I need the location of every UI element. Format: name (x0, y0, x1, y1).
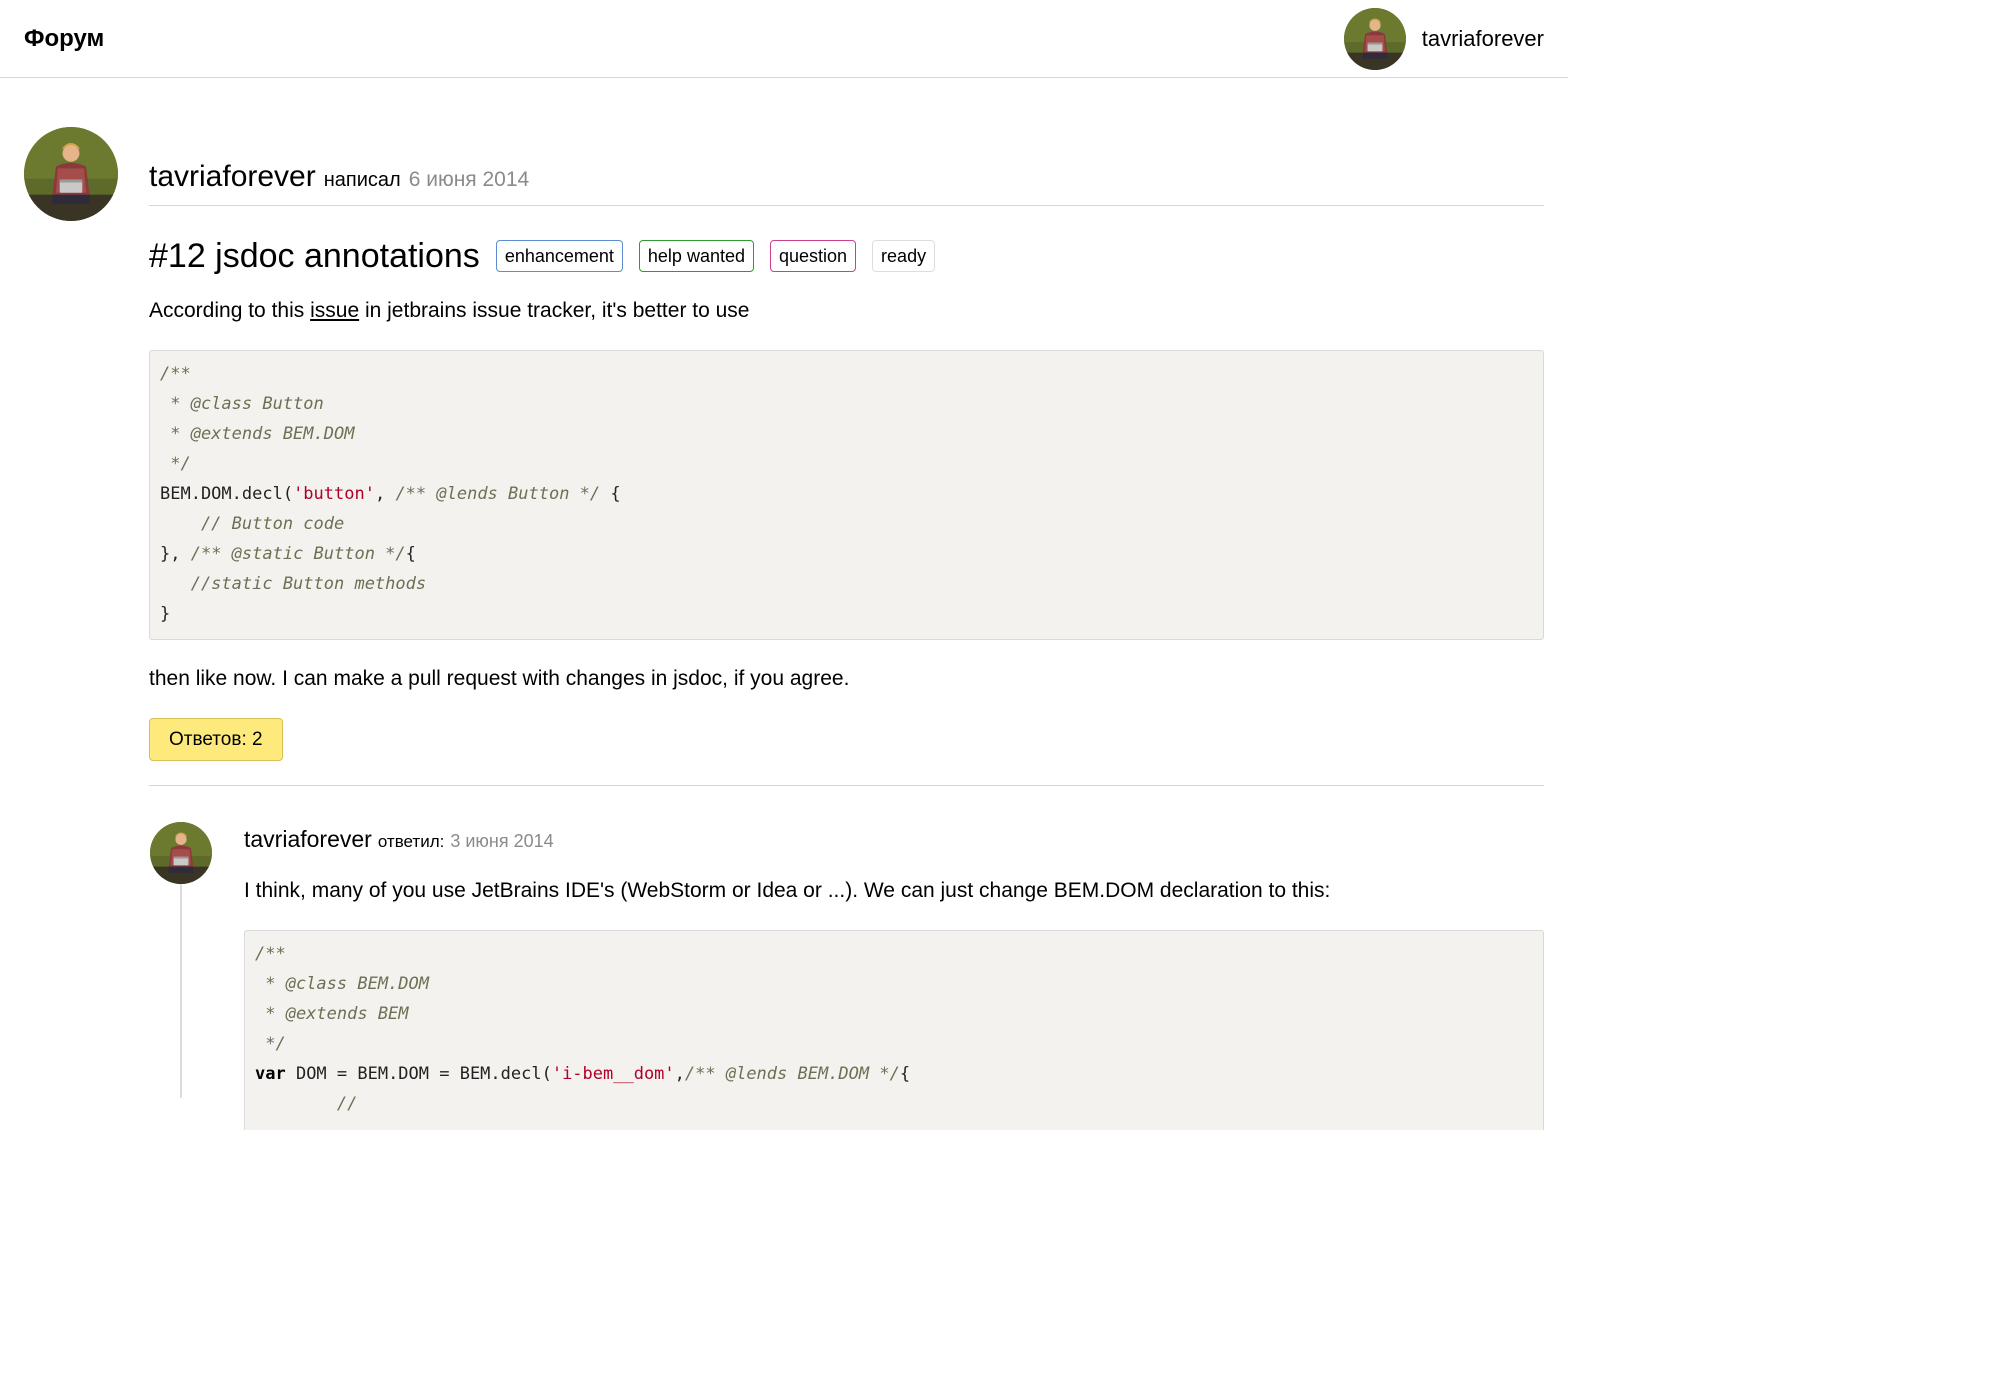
post-date: 6 июня 2014 (408, 168, 530, 191)
reply-author-link[interactable]: tavriaforever (244, 826, 372, 853)
code-line: //static Button methods (160, 574, 427, 594)
current-user-menu[interactable]: tavriaforever (1344, 8, 1544, 70)
reply-author-avatar[interactable] (150, 822, 212, 884)
post-divider (149, 785, 1544, 786)
post-intro-text-end: in jetbrains issue tracker, it's better … (359, 299, 750, 322)
post-author-link[interactable]: tavriaforever (149, 160, 316, 194)
post-code-block: /** * @class Button * @extends BEM.DOM *… (149, 350, 1544, 640)
issue-link[interactable]: issue (310, 299, 359, 322)
code-token: }, (160, 544, 191, 564)
code-token: , (374, 484, 396, 504)
post-meta: tavriaforever написал 6 июня 2014 (149, 150, 1544, 206)
post-intro-text: According to this (149, 299, 311, 322)
post-verb: написал (323, 169, 401, 191)
post-author-avatar[interactable] (24, 127, 118, 221)
code-comment: /** @lends Button */ (395, 484, 601, 504)
code-line: /** (160, 364, 191, 384)
code-string: 'i-bem__dom' (551, 1064, 675, 1084)
current-user-name[interactable]: tavriaforever (1422, 26, 1544, 52)
reply-thread-line (180, 884, 182, 1098)
code-line: * @extends BEM (255, 1004, 409, 1024)
post-outro: then like now. I can make a pull request… (149, 667, 850, 690)
code-string: 'button' (293, 484, 375, 504)
forum-post: tavriaforever написал 6 июня 2014 #12 js… (149, 150, 1544, 786)
label-question[interactable]: question (769, 240, 857, 272)
code-token: { (899, 1064, 911, 1084)
code-token: { (600, 484, 621, 504)
code-line: // Button code (160, 514, 345, 534)
reply-text: I think, many of you use JetBrains IDE's… (244, 879, 1331, 902)
forum-title-link[interactable]: Форум (24, 24, 104, 54)
label-help-wanted[interactable]: help wanted (638, 240, 754, 272)
reply-date: 3 июня 2014 (450, 831, 554, 851)
code-keyword: var (255, 1064, 286, 1084)
label-ready[interactable]: ready (872, 240, 936, 272)
code-comment: /** @static Button */ (190, 544, 406, 564)
code-line: } (160, 604, 171, 624)
current-user-avatar[interactable] (1344, 8, 1406, 70)
label-enhancement[interactable]: enhancement (495, 240, 623, 272)
reply-meta: tavriaforever ответил: 3 июня 2014 (244, 826, 1544, 858)
code-line: // (255, 1094, 358, 1114)
post-intro: According to this issue in jetbrains iss… (149, 296, 1544, 326)
reply-verb: ответил: (377, 832, 445, 851)
code-line: */ (255, 1034, 286, 1054)
code-line: /** (255, 944, 286, 964)
code-comment: /** @lends BEM.DOM */ (684, 1064, 900, 1084)
replies-count-button[interactable]: Ответов: 2 (149, 718, 283, 761)
post-title-row: #12 jsdoc annotations enhancement help w… (149, 236, 1544, 276)
code-line: * @class Button (160, 394, 324, 414)
code-line: */ (160, 454, 191, 474)
code-line: * @extends BEM.DOM (160, 424, 355, 444)
reply-item: tavriaforever ответил: 3 июня 2014 I thi… (244, 826, 1544, 1130)
post-title: #12 jsdoc annotations (149, 237, 480, 275)
code-token: BEM.DOM.decl( (160, 484, 294, 504)
code-token: , (674, 1064, 685, 1084)
code-token: DOM = BEM.DOM = BEM.decl( (285, 1064, 552, 1084)
reply-code-block: /** * @class BEM.DOM * @extends BEM */ v… (244, 930, 1544, 1130)
top-bar: Форум tavriaforever (0, 0, 1568, 78)
code-line: * @class BEM.DOM (255, 974, 429, 994)
code-token: { (405, 544, 416, 564)
